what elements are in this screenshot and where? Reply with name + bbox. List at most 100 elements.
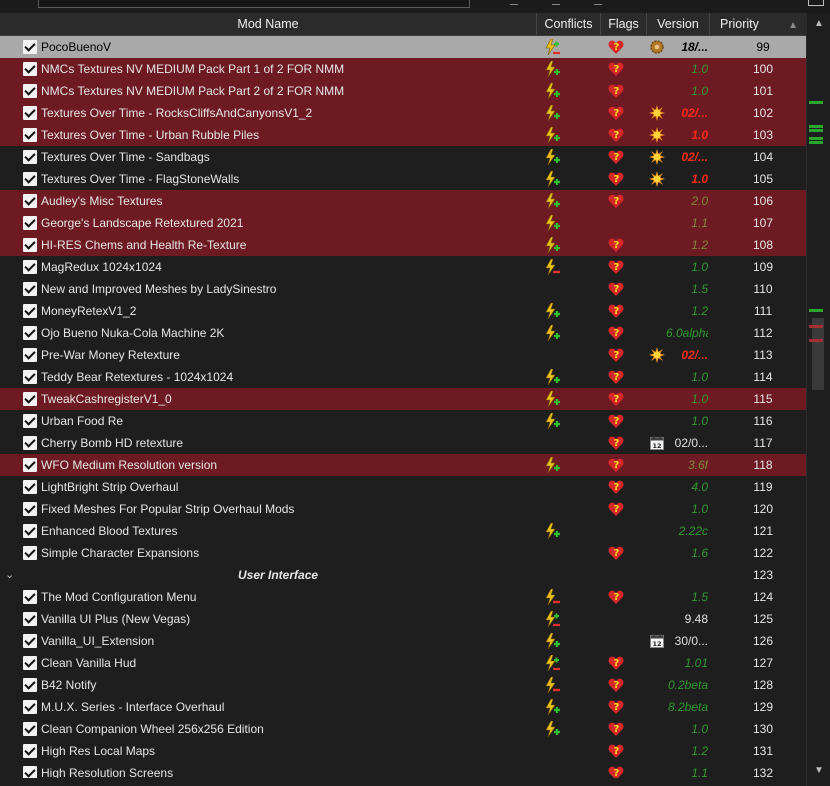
enabled-checkbox[interactable] — [23, 744, 37, 758]
mod-row[interactable]: Textures Over Time - RocksCliffsAndCanyo… — [0, 102, 806, 124]
enabled-checkbox[interactable] — [23, 678, 37, 692]
enabled-checkbox[interactable] — [23, 326, 37, 340]
toolbar-button[interactable] — [552, 0, 560, 5]
enabled-checkbox[interactable] — [23, 304, 37, 318]
column-priority[interactable]: Priority ▲ — [710, 13, 806, 35]
mod-name: Enhanced Blood Textures — [41, 524, 178, 538]
column-conflicts[interactable]: Conflicts — [537, 13, 601, 35]
mod-row[interactable]: B42 Notify? 0.2beta 128 — [0, 674, 806, 696]
enabled-checkbox[interactable] — [23, 370, 37, 384]
filter-input[interactable] — [38, 0, 470, 8]
scroll-thumb[interactable] — [812, 318, 824, 390]
enabled-checkbox[interactable] — [23, 106, 37, 120]
mod-row[interactable]: Teddy Bear Retextures - 1024x1024? 1.0 114 — [0, 366, 806, 388]
mod-row[interactable]: NMCs Textures NV MEDIUM Pack Part 1 of 2… — [0, 58, 806, 80]
mod-row[interactable]: HI-RES Chems and Health Re-Texture? 1.2 10… — [0, 234, 806, 256]
version-cell: 3.6f — [687, 458, 708, 472]
mod-row[interactable]: The Mod Configuration Menu? 1.5 124 — [0, 586, 806, 608]
enabled-checkbox[interactable] — [23, 62, 37, 76]
mod-row[interactable]: Cherry Bomb HD retexture? 12 02/0... 117 — [0, 432, 806, 454]
mod-row[interactable]: Textures Over Time - Sandbags? 02/... 104 — [0, 146, 806, 168]
mod-row[interactable]: Clean Companion Wheel 256x256 Edition? 1.… — [0, 718, 806, 740]
toolbar-button[interactable] — [594, 0, 602, 5]
enabled-checkbox[interactable] — [23, 722, 37, 736]
enabled-checkbox[interactable] — [23, 414, 37, 428]
column-flags[interactable]: Flags — [601, 13, 647, 35]
mod-row[interactable]: WFO Medium Resolution version? 3.6f 118 — [0, 454, 806, 476]
enabled-checkbox[interactable] — [23, 634, 37, 648]
mod-row[interactable]: George's Landscape Retextured 2021 1.1 107 — [0, 212, 806, 234]
mod-row[interactable]: MoneyRetexV1_2? 1.2 111 — [0, 300, 806, 322]
version-cell: 18/... — [681, 40, 708, 54]
enabled-checkbox[interactable] — [23, 700, 37, 714]
mod-row[interactable]: High Resolution Screens? 1.1 132 — [0, 762, 806, 778]
version-cell: 1.5 — [691, 590, 708, 604]
mod-row[interactable]: Fixed Meshes For Popular Strip Overhaul … — [0, 498, 806, 520]
mod-row[interactable]: Vanilla_UI_Extension 12 30/0... 126 — [0, 630, 806, 652]
mod-row[interactable]: LightBright Strip Overhaul? 4.0 119 — [0, 476, 806, 498]
mod-row[interactable]: Urban Food Re? 1.0 116 — [0, 410, 806, 432]
svg-text:?: ? — [613, 548, 619, 559]
collapse-icon[interactable] — [808, 0, 824, 6]
column-mod-name[interactable]: Mod Name — [0, 13, 537, 35]
expand-chevron-icon[interactable]: ⌄ — [5, 564, 14, 586]
enabled-checkbox[interactable] — [23, 612, 37, 626]
mod-row[interactable]: Audley's Misc Textures? 2.0 106 — [0, 190, 806, 212]
enabled-checkbox[interactable] — [23, 458, 37, 472]
enabled-checkbox[interactable] — [23, 238, 37, 252]
enabled-checkbox[interactable] — [23, 172, 37, 186]
mod-row[interactable]: Simple Character Expansions? 1.6 122 — [0, 542, 806, 564]
scroll-up-icon[interactable]: ▲ — [807, 17, 830, 31]
mod-list: PocoBuenoV? 18/... 99 NMCs Textures NV MEDI… — [0, 36, 806, 778]
enabled-checkbox[interactable] — [23, 84, 37, 98]
mod-row[interactable]: High Res Local Maps? 1.2 131 — [0, 740, 806, 762]
version-cell: 1.1 — [691, 766, 708, 778]
enabled-checkbox[interactable] — [23, 436, 37, 450]
enabled-checkbox[interactable] — [23, 260, 37, 274]
enabled-checkbox[interactable] — [23, 40, 37, 54]
mod-row[interactable]: Ojo Bueno Nuka-Cola Machine 2K? 6.0alpha 1… — [0, 322, 806, 344]
enabled-checkbox[interactable] — [23, 590, 37, 604]
scroll-marker — [809, 125, 823, 128]
enabled-checkbox[interactable] — [23, 502, 37, 516]
conflict-overwrites-icon — [544, 390, 560, 408]
enabled-checkbox[interactable] — [23, 216, 37, 230]
mod-row[interactable]: Vanilla UI Plus (New Vegas) 9.48 125 — [0, 608, 806, 630]
enabled-checkbox[interactable] — [23, 194, 37, 208]
conflict-overwrites-icon — [544, 324, 560, 342]
toolbar-button[interactable] — [510, 0, 518, 5]
mod-row[interactable]: Clean Vanilla Hud? 1.01 127 — [0, 652, 806, 674]
mod-row[interactable]: Textures Over Time - FlagStoneWalls? 1.0 1… — [0, 168, 806, 190]
enabled-checkbox[interactable] — [23, 348, 37, 362]
mod-row[interactable]: M.U.X. Series - Interface Overhaul? 8.2be… — [0, 696, 806, 718]
group-row[interactable]: ⌄ User Interface 123 — [0, 564, 806, 586]
mod-row[interactable]: Textures Over Time - Urban Rubble Piles?… — [0, 124, 806, 146]
svg-text:?: ? — [613, 196, 619, 207]
mod-row[interactable]: TweakCashregisterV1_0? 1.0 115 — [0, 388, 806, 410]
priority-cell: 99 — [756, 40, 770, 54]
scroll-down-icon[interactable]: ▼ — [807, 764, 830, 778]
enabled-checkbox[interactable] — [23, 150, 37, 164]
conflict-overwrites-icon — [544, 126, 560, 144]
mod-row[interactable]: New and Improved Meshes by LadySinestro?… — [0, 278, 806, 300]
mod-row[interactable]: MagRedux 1024x1024? 1.0 109 — [0, 256, 806, 278]
enabled-checkbox[interactable] — [23, 480, 37, 494]
column-version[interactable]: Version — [647, 13, 710, 35]
enabled-checkbox[interactable] — [23, 282, 37, 296]
mod-name: HI-RES Chems and Health Re-Texture — [41, 238, 247, 252]
mod-row[interactable]: Enhanced Blood Textures 2.22c 121 — [0, 520, 806, 542]
enabled-checkbox[interactable] — [23, 392, 37, 406]
enabled-checkbox[interactable] — [23, 128, 37, 142]
enabled-checkbox[interactable] — [23, 546, 37, 560]
vertical-scrollbar[interactable]: ▲ ▼ — [806, 13, 830, 786]
version-cell: 1.1 — [691, 216, 708, 230]
enabled-checkbox[interactable] — [23, 524, 37, 538]
scroll-marker — [809, 129, 823, 132]
conflict-overwrites-icon — [544, 632, 560, 650]
mod-row[interactable]: Pre-War Money Retexture? 02/... 113 — [0, 344, 806, 366]
enabled-checkbox[interactable] — [23, 766, 37, 778]
enabled-checkbox[interactable] — [23, 656, 37, 670]
mod-row[interactable]: NMCs Textures NV MEDIUM Pack Part 2 of 2… — [0, 80, 806, 102]
mod-row[interactable]: PocoBuenoV? 18/... 99 — [0, 36, 806, 58]
mod-name: Vanilla UI Plus (New Vegas) — [41, 612, 191, 626]
